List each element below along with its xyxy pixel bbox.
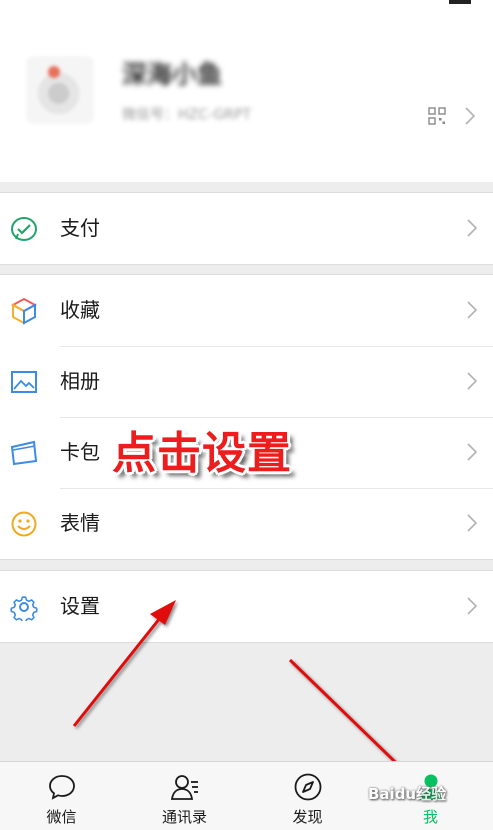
tab-label-me: 我 <box>422 808 438 826</box>
tab-contacts[interactable]: 通讯录 <box>123 762 246 830</box>
chevron-right-icon <box>465 107 475 125</box>
tab-label-contacts: 通讯录 <box>161 808 207 826</box>
menu-item-pay[interactable]: 支付 <box>0 193 493 264</box>
chevron-right-icon <box>467 514 477 532</box>
wechat-pay-icon <box>11 217 37 241</box>
card-wallet-icon <box>10 440 38 466</box>
menu-label-album: 相册 <box>60 369 100 393</box>
favorites-cube-icon <box>10 297 38 325</box>
chevron-right-icon <box>467 219 477 237</box>
menu-group-settings: 设置 <box>0 570 493 643</box>
menu-group-main: 收藏 相册 卡包 表情 <box>0 274 493 560</box>
baidu-watermark: Baidu经验 <box>368 785 447 803</box>
gear-icon <box>10 596 38 621</box>
menu-label-stickers: 表情 <box>60 511 100 535</box>
menu-item-favorites[interactable]: 收藏 <box>0 275 493 346</box>
menu-group-pay: 支付 <box>0 192 493 265</box>
menu-label-settings: 设置 <box>60 594 100 618</box>
menu-item-settings[interactable]: 设置 <box>0 571 493 642</box>
chevron-right-icon <box>467 301 477 319</box>
tab-chats[interactable]: 微信 <box>0 762 123 830</box>
menu-label-pay: 支付 <box>60 216 100 240</box>
more-icon[interactable] <box>449 0 471 4</box>
tab-label-discover: 发现 <box>292 808 323 826</box>
avatar[interactable] <box>26 56 94 124</box>
qr-code-icon[interactable] <box>428 107 446 125</box>
menu-label-favorites: 收藏 <box>60 298 100 322</box>
album-icon <box>11 371 37 393</box>
avatar-decoration <box>48 66 60 78</box>
chevron-right-icon <box>467 372 477 390</box>
chevron-right-icon <box>467 443 477 461</box>
profile-header[interactable]: 深海小鱼 微信号：HZC-GRPT <box>0 0 493 182</box>
wechat-id: 微信号：HZC-GRPT <box>122 107 252 123</box>
tab-discover[interactable]: 发现 <box>246 762 369 830</box>
menu-item-stickers[interactable]: 表情 <box>0 488 493 559</box>
compass-icon <box>294 773 321 801</box>
nickname: 深海小鱼 <box>122 60 223 89</box>
annotation-click-settings: 点击设置 <box>112 428 292 479</box>
smiley-icon <box>11 511 37 537</box>
contacts-icon <box>170 775 198 800</box>
chat-bubble-icon <box>48 775 75 800</box>
menu-label-cards: 卡包 <box>60 440 100 464</box>
tab-label-chats: 微信 <box>46 808 77 826</box>
menu-item-album[interactable]: 相册 <box>0 346 493 417</box>
chevron-right-icon <box>467 597 477 615</box>
